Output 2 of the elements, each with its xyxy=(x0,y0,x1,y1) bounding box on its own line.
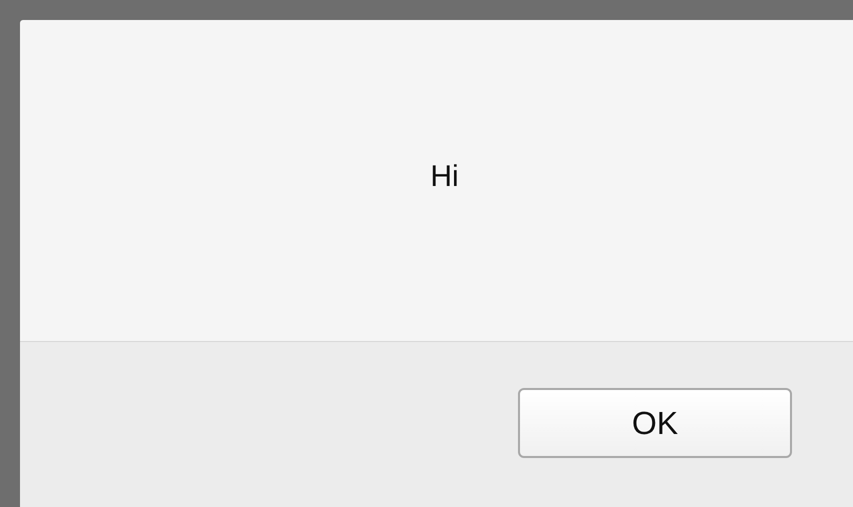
dialog-message: Hi xyxy=(430,160,459,194)
ok-button[interactable]: OK xyxy=(518,388,792,458)
